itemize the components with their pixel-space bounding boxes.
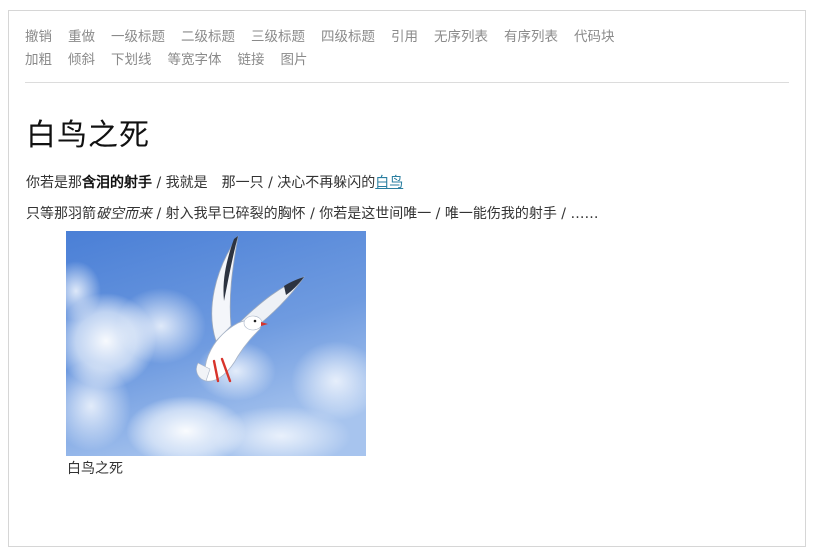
figure-caption: 白鸟之死: [67, 461, 123, 477]
figure: 白鸟之死: [66, 231, 366, 479]
link-button[interactable]: 链接: [238, 51, 265, 69]
italic-button[interactable]: 倾斜: [68, 51, 95, 69]
toolbar-row-2: 加粗 倾斜 下划线 等宽字体 链接 图片: [25, 48, 789, 71]
white-bird-link[interactable]: 白鸟: [375, 175, 403, 191]
paragraph-2-text-end: / 射入我早已碎裂的胸怀 / 你若是这世间唯一 / 唯一能伤我的射手 / ……: [152, 206, 599, 222]
paragraph-2-text-start: 只等那羽箭: [26, 206, 96, 222]
document-title: 白鸟之死: [26, 118, 150, 153]
underline-button[interactable]: 下划线: [111, 51, 152, 69]
bold-text: 含泪的射手: [82, 175, 152, 191]
seagull-photo: [66, 231, 366, 456]
editor: 撤销 重做 一级标题 二级标题 三级标题 四级标题 引用 无序列表 有序列表 代…: [8, 10, 806, 547]
paragraph-1-text-start: 你若是那: [26, 175, 82, 191]
image-button[interactable]: 图片: [281, 51, 308, 69]
monospace-button[interactable]: 等宽字体: [168, 51, 222, 69]
undo-button[interactable]: 撤销: [25, 28, 52, 46]
paragraph-1: 你若是那含泪的射手 / 我就是 那一只 / 决心不再躲闪的白鸟: [26, 173, 789, 193]
ordered-list-button[interactable]: 有序列表: [504, 28, 558, 46]
heading-4-button[interactable]: 四级标题: [321, 28, 375, 46]
redo-button[interactable]: 重做: [68, 28, 95, 46]
toolbar: 撤销 重做 一级标题 二级标题 三级标题 四级标题 引用 无序列表 有序列表 代…: [25, 25, 789, 83]
italic-text: 破空而来: [96, 206, 152, 222]
unordered-list-button[interactable]: 无序列表: [434, 28, 488, 46]
editor-content[interactable]: 白鸟之死 你若是那含泪的射手 / 我就是 那一只 / 决心不再躲闪的白鸟 只等那…: [26, 111, 789, 479]
paragraph-2: 只等那羽箭破空而来 / 射入我早已碎裂的胸怀 / 你若是这世间唯一 / 唯一能伤…: [26, 204, 789, 224]
heading-1-button[interactable]: 一级标题: [111, 28, 165, 46]
code-block-button[interactable]: 代码块: [574, 28, 615, 46]
heading-2-button[interactable]: 二级标题: [181, 28, 235, 46]
quote-button[interactable]: 引用: [391, 28, 418, 46]
toolbar-row-1: 撤销 重做 一级标题 二级标题 三级标题 四级标题 引用 无序列表 有序列表 代…: [25, 25, 789, 48]
paragraph-1-text-middle: / 我就是 那一只 / 决心不再躲闪的: [152, 175, 376, 191]
bold-button[interactable]: 加粗: [25, 51, 52, 69]
heading-3-button[interactable]: 三级标题: [251, 28, 305, 46]
